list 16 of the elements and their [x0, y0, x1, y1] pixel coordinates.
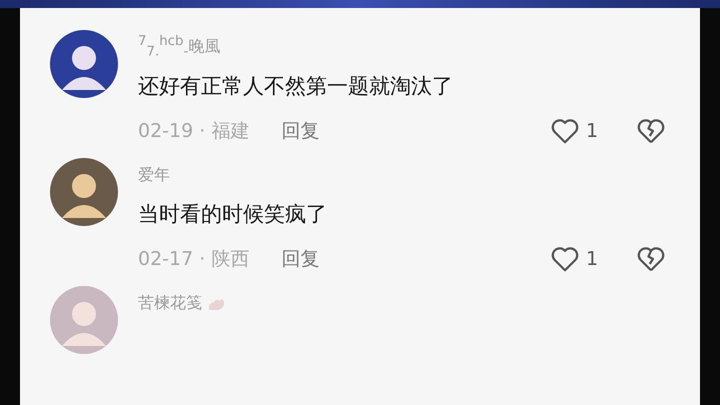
avatar-icon[interactable] — [50, 30, 118, 98]
avatar-icon[interactable] — [50, 158, 118, 226]
user-name[interactable]: 爱年 — [138, 164, 170, 186]
comment-date: 02-17 · 陕西 — [138, 247, 250, 272]
reply-button[interactable]: 回复 — [281, 118, 320, 144]
like-count: 1 — [586, 248, 600, 270]
reply-button[interactable]: 回复 — [281, 246, 320, 272]
like-count: 1 — [586, 120, 600, 142]
comment-date: 02-19 · 福建 — [138, 119, 250, 144]
heart-icon[interactable] — [550, 245, 580, 273]
broken-heart-icon[interactable] — [636, 245, 666, 273]
broken-heart-icon[interactable] — [636, 117, 666, 145]
comment-text: 当时看的时候笑疯了 — [138, 201, 328, 228]
heart-icon[interactable] — [550, 117, 580, 145]
comment-text: 还好有正常人不然第一题就淘汰了 — [138, 73, 454, 100]
user-name[interactable]: 苦楝花笺 — [138, 292, 202, 314]
